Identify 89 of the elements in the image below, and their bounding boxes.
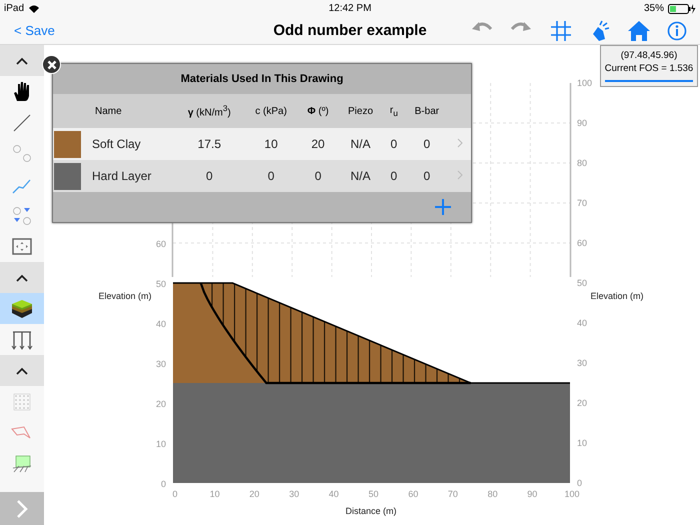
x-tick-label: 0 [172,489,178,499]
close-button[interactable] [42,55,61,74]
x-tick-label: 90 [527,489,538,499]
table-cell: 0 [404,160,449,192]
column-header: B-bar [404,94,449,128]
point-pair-icon [11,142,33,164]
x-tick-label: 80 [488,489,498,499]
table-cell: 20 [298,128,338,160]
y-tick-label: 10 [577,438,588,448]
clock-time: 12:42 PM [328,3,372,14]
anchor-piles-icon [11,328,33,350]
y-tick-label: 50 [156,279,166,289]
y-tick-label: 20 [156,399,166,409]
y-tick-label: 30 [156,359,166,369]
battery-percent: 35% [644,3,664,14]
y-tick-label: 50 [577,278,588,288]
y-tick-label: 30 [577,358,588,368]
battery-icon [668,4,696,14]
frame-icon [11,236,33,258]
y-tick-label: 10 [156,439,166,449]
column-header: Name [91,94,175,128]
document-title: Odd number example [272,22,428,39]
expand-button[interactable] [0,492,44,525]
y-tick-label: 0 [577,478,582,488]
table-cell: 0 [404,128,449,160]
x-tick-label: 70 [448,489,458,499]
fos-label: Current FOS = 1.536 [604,62,694,75]
add-button[interactable] [433,197,453,217]
y-tick-label: 60 [577,238,588,248]
column-header: r$_{u}$ [382,94,405,128]
column-header: Φ (º) [298,94,338,128]
chevron-right-icon [457,138,463,148]
x-tick-label: 50 [368,489,378,499]
column-header: γ (kN/m$^{3}$) [174,94,244,128]
y-tick-label: 70 [577,198,588,208]
column-header: c (kPa) [244,94,298,128]
table-cell: 17.5 [174,128,244,160]
x-tick-label: 60 [408,489,418,499]
water-point-icon [11,204,33,226]
caret-up-icon [16,56,28,64]
x-tick-label: 20 [249,489,260,499]
line-icon [11,112,33,134]
y-tick-label: 90 [577,118,588,128]
material-row[interactable]: Hard Layer 0 0 0 N/A 0 0 [53,160,471,192]
column-header: Piezo [338,94,383,128]
table-cell: 0 [382,128,405,160]
table-cell: Hard Layer [91,160,175,192]
y-tick-label: 0 [160,479,166,489]
chevron-right-icon [457,170,463,180]
home-icon[interactable] [628,20,650,42]
dot-grid-icon [11,390,33,412]
material-row[interactable]: Soft Clay 17.5 10 20 N/A 0 0 [53,128,471,160]
table-cell: 0 [298,160,338,192]
table-cell: 0 [174,160,244,192]
x-tick-label: 30 [289,489,300,499]
wifi-icon [28,4,40,14]
x-axis-title: Distance (m) [346,506,396,516]
x-tick-label: 40 [328,489,339,499]
panel-title: Materials Used In This Drawing [180,72,344,87]
coordinates-label: (97.48,45.96) [620,49,678,62]
y-tick-label: 60 [156,239,166,249]
y-tick-label: 100 [577,78,592,88]
close-icon [46,60,56,70]
load-block-icon [11,452,33,474]
table-cell: 0 [382,160,405,192]
collapse-button[interactable] [0,45,44,76]
info-icon[interactable] [667,20,687,42]
x-tick-label: 100 [564,489,580,499]
caret-up-icon [16,274,28,282]
table-cell: N/A [338,128,383,160]
table-cell: 0 [244,160,298,192]
y-tick-label: 20 [577,398,588,408]
y-tick-label: 40 [156,319,166,329]
table-cell: N/A [338,160,383,192]
plus-icon [435,199,451,215]
y-tick-label: 80 [577,158,588,168]
grid-icon[interactable] [550,20,572,42]
tool-button[interactable] [0,293,44,324]
y-tick-label: 40 [577,318,588,328]
y-axis-title: Elevation (m) [98,291,152,301]
table-cell: 10 [244,128,298,160]
y-axis-title: Elevation (m) [590,291,644,301]
chevron-right-icon [16,498,28,518]
save-link[interactable]: < Save [0,23,55,38]
x-tick-label: 10 [210,489,220,499]
table-cell: Soft Clay [91,128,175,160]
layers-icon [11,298,33,320]
caret-up-icon [16,366,28,374]
carrier-label: iPad [4,3,24,14]
